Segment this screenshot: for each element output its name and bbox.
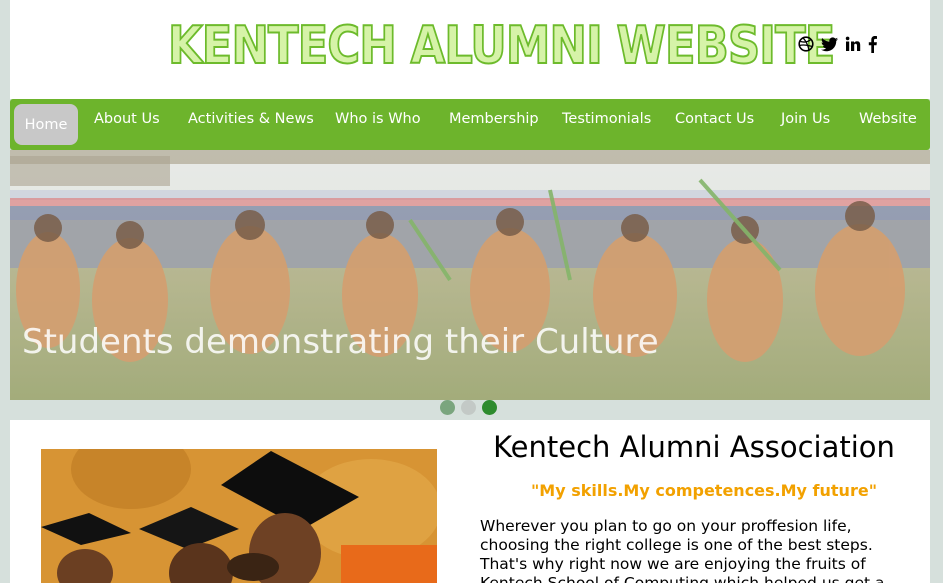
- association-motto: "My skills.My competences.My future": [530, 481, 878, 500]
- nav-item-join-us[interactable]: Join Us: [781, 111, 830, 127]
- dribbble-icon[interactable]: [798, 35, 814, 53]
- main-content: Kentech Alumni Association "My skills.My…: [10, 420, 930, 583]
- intro-paragraph: Wherever you plan to go on your proffesi…: [480, 517, 885, 583]
- facebook-icon[interactable]: [868, 35, 877, 53]
- twitter-icon[interactable]: [821, 35, 838, 53]
- site-header: KENTECH ALUMNI WEBSITE: [10, 0, 930, 99]
- hero-slide-image: [10, 150, 930, 400]
- main-nav: Home About Us Activities & News Who is W…: [10, 99, 930, 150]
- nav-item-home[interactable]: Home: [14, 104, 78, 145]
- nav-item-membership[interactable]: Membership: [449, 111, 539, 127]
- hero-slider[interactable]: Students demonstrating their Culture: [10, 150, 930, 400]
- nav-item-activities-news[interactable]: Activities & News: [188, 111, 314, 127]
- graduation-photo: [41, 449, 437, 583]
- slider-dot-1[interactable]: [440, 400, 455, 415]
- slider-dots: [440, 400, 497, 415]
- nav-item-testimonials[interactable]: Testimonials: [562, 111, 651, 127]
- nav-item-about-us[interactable]: About Us: [94, 111, 160, 127]
- association-title: Kentech Alumni Association: [493, 430, 895, 464]
- slider-dot-3[interactable]: [482, 400, 497, 415]
- site-logo[interactable]: KENTECH ALUMNI WEBSITE: [167, 14, 836, 78]
- nav-item-contact-us[interactable]: Contact Us: [675, 111, 754, 127]
- social-links: [798, 34, 877, 54]
- hero-caption: Students demonstrating their Culture: [22, 322, 659, 362]
- nav-item-who-is-who[interactable]: Who is Who: [335, 111, 421, 127]
- linkedin-icon[interactable]: [845, 35, 861, 53]
- slider-dot-2[interactable]: [461, 400, 476, 415]
- nav-item-website[interactable]: Website: [859, 111, 917, 127]
